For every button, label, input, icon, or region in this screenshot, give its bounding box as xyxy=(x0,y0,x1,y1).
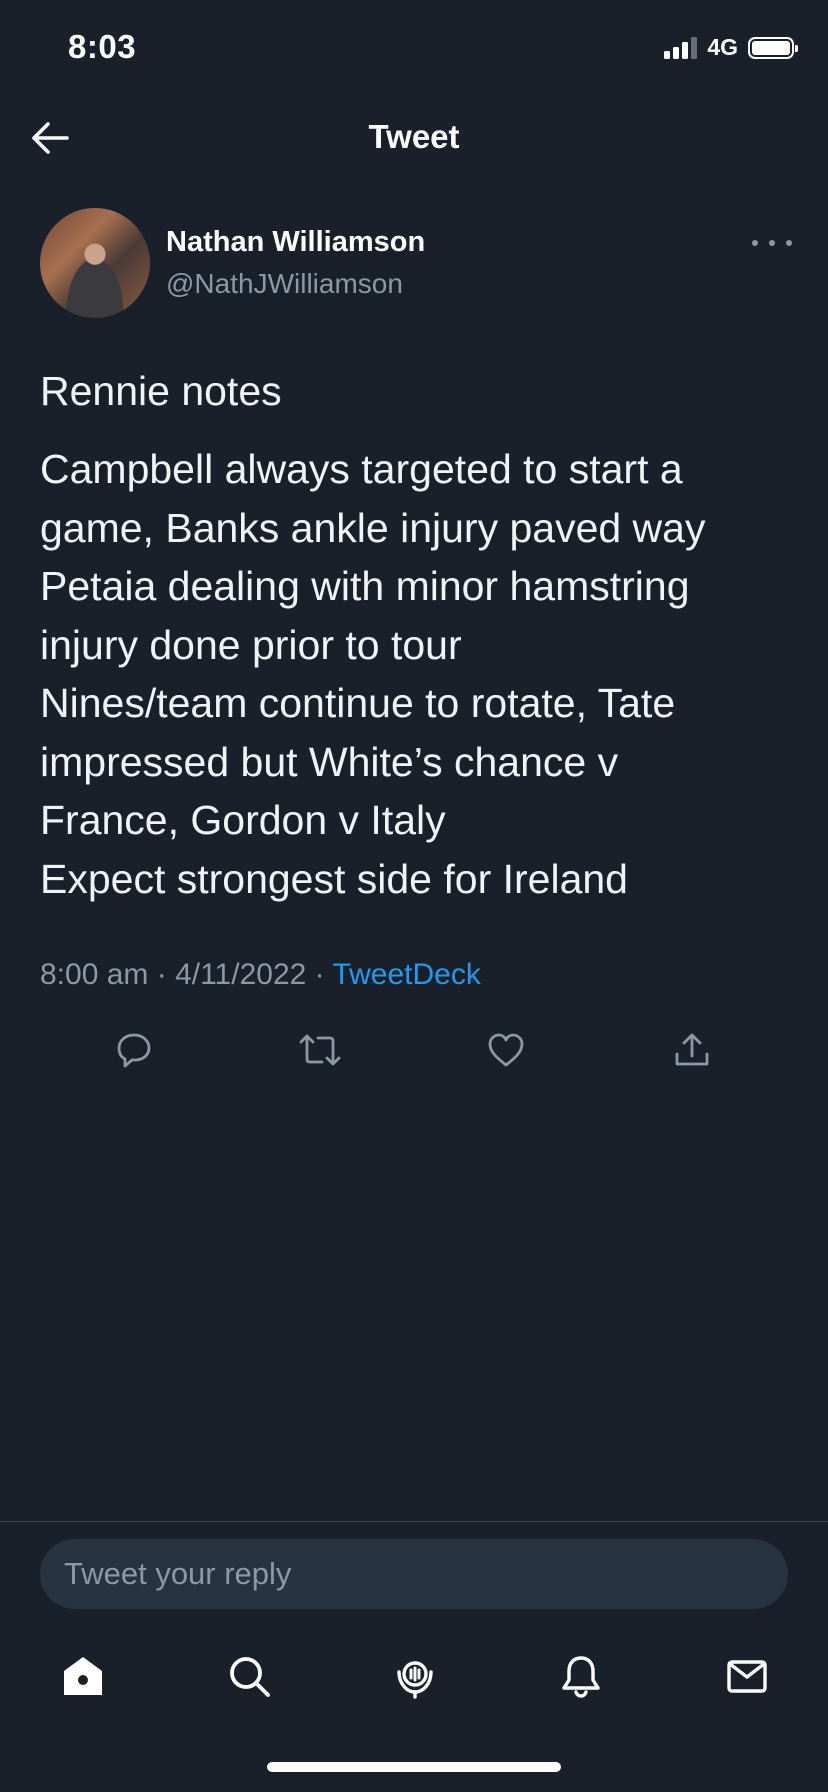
status-time: 8:03 xyxy=(68,28,137,65)
reply-icon xyxy=(117,1033,151,1068)
reply-input[interactable]: Tweet your reply xyxy=(40,1539,788,1609)
reply-button[interactable] xyxy=(106,1024,162,1076)
tweet-text: Campbell always targeted to start a game… xyxy=(40,440,800,908)
tweet-line: Nines/team continue to rotate, Tate xyxy=(40,680,676,726)
nav-messages[interactable] xyxy=(717,1646,777,1706)
page-title: Tweet xyxy=(368,118,460,155)
nav-home[interactable] xyxy=(53,1646,113,1706)
spaces-icon xyxy=(397,1661,433,1699)
tweet-time: 8:00 am xyxy=(40,958,149,991)
tweet-line: injury done prior to tour xyxy=(40,621,462,668)
tweet-line: Expect strongest side for Ireland xyxy=(40,855,628,902)
share-button[interactable] xyxy=(664,1024,720,1076)
tweet-line: game, Banks ankle injury paved way xyxy=(40,504,706,551)
like-icon xyxy=(488,1033,524,1067)
share-icon xyxy=(675,1033,709,1066)
divider xyxy=(0,1521,828,1522)
nav-spaces[interactable] xyxy=(385,1646,445,1706)
tweet-date: 4/11/2022 xyxy=(175,958,307,991)
tweet-line: Campbell always targeted to start a xyxy=(40,446,683,492)
signal-icon xyxy=(664,36,698,59)
like-button[interactable] xyxy=(478,1024,534,1076)
retweet-icon xyxy=(299,1034,341,1066)
network-type: 4G xyxy=(707,34,738,60)
tweet-line: impressed but White’s chance v xyxy=(40,738,619,785)
retweet-button[interactable] xyxy=(292,1024,348,1076)
battery-icon xyxy=(748,36,798,59)
author-name[interactable]: Nathan Williamson xyxy=(166,226,425,259)
search-icon xyxy=(230,1657,270,1697)
avatar[interactable] xyxy=(40,208,150,318)
tweet-line: Petaia dealing with minor hamstring xyxy=(40,563,690,609)
meta-separator: · xyxy=(306,958,333,991)
home-icon xyxy=(64,1657,102,1695)
nav-search[interactable] xyxy=(219,1646,279,1706)
tweet-line: France, Gordon v Italy xyxy=(40,797,446,843)
nav-notifications[interactable] xyxy=(551,1646,611,1706)
meta-separator: · xyxy=(148,958,176,991)
reply-placeholder: Tweet your reply xyxy=(64,1556,292,1591)
tweet-meta: 8:00 am · 4/11/2022 · TweetDeck xyxy=(40,958,481,992)
messages-icon xyxy=(727,1660,767,1693)
more-options-icon[interactable] xyxy=(752,228,792,258)
status-indicators: 4G xyxy=(664,34,798,61)
tweet-source-link[interactable]: TweetDeck xyxy=(332,958,480,991)
tweet-title: Rennie notes xyxy=(40,368,282,414)
author-handle[interactable]: @NathJWilliamson xyxy=(166,268,403,300)
notifications-icon xyxy=(562,1656,600,1698)
home-indicator xyxy=(267,1762,561,1772)
